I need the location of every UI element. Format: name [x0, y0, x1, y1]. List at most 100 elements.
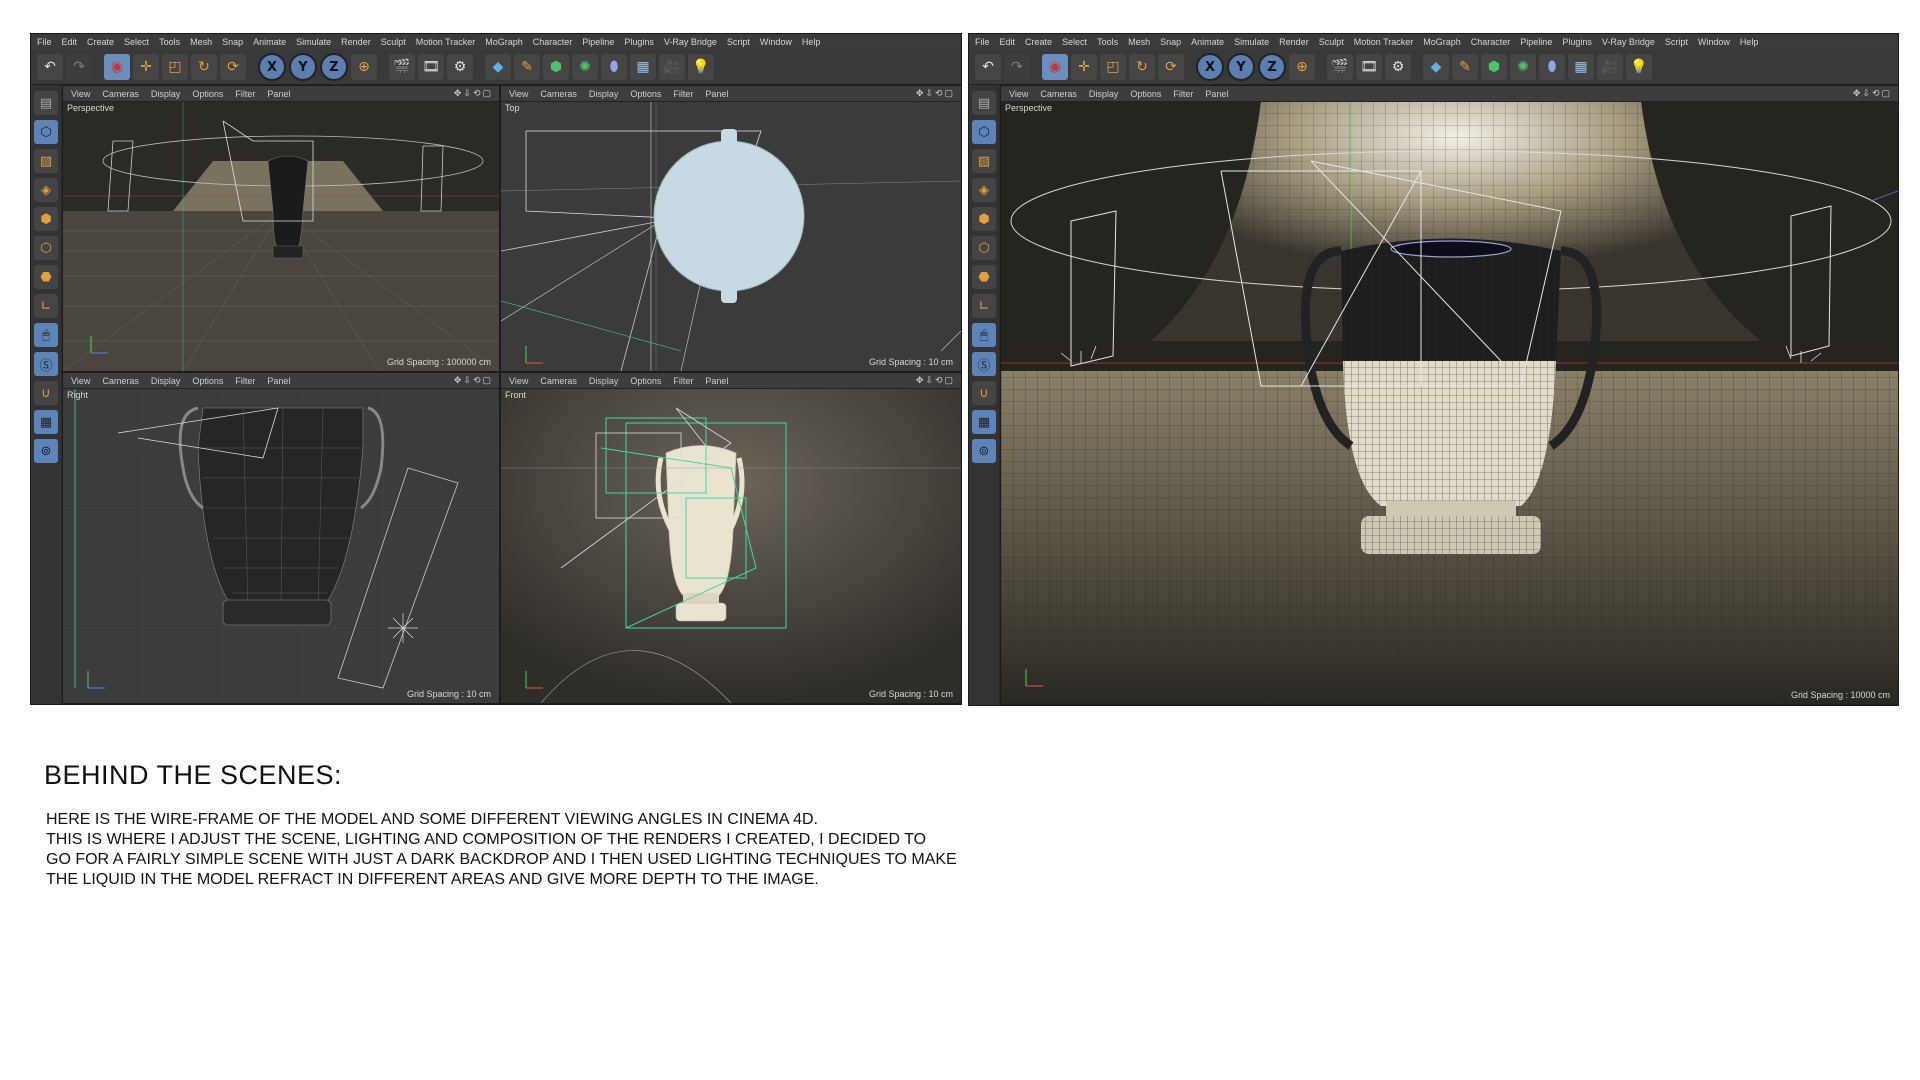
vp-menu-panel[interactable]: Panel	[705, 376, 728, 386]
render-view-icon[interactable]: 🎬	[1327, 54, 1353, 80]
live-select-icon[interactable]: ◉	[1042, 54, 1068, 80]
rotate-alt-icon[interactable]: ⟳	[220, 54, 246, 80]
viewport-nav-icons[interactable]: ✥⇩⟲▢	[1853, 88, 1892, 99]
vp-menu-options[interactable]: Options	[192, 89, 223, 99]
vp-menu-display[interactable]: Display	[589, 89, 619, 99]
edges-mode-icon[interactable]: ⬡	[972, 236, 996, 260]
menu-edit[interactable]: Edit	[62, 37, 78, 47]
vp-menu-view[interactable]: View	[509, 376, 528, 386]
move-icon[interactable]: ✛	[1071, 54, 1097, 80]
menu-window[interactable]: Window	[760, 37, 792, 47]
make-editable-icon[interactable]: ▤	[972, 91, 996, 115]
vp-menu-filter[interactable]: Filter	[673, 89, 693, 99]
move-icon[interactable]: ✛	[133, 54, 159, 80]
render-view-icon[interactable]: 🎬	[389, 54, 415, 80]
vp-menu-options[interactable]: Options	[1130, 89, 1161, 99]
solo-icon[interactable]: Ⓢ	[34, 352, 58, 376]
vp-menu-display[interactable]: Display	[1089, 89, 1119, 99]
viewport-nav-icons[interactable]: ✥⇩⟲▢	[454, 88, 493, 99]
points-mode-icon[interactable]: ⬢	[972, 207, 996, 231]
vp-menu-cameras[interactable]: Cameras	[540, 89, 577, 99]
render-settings-icon[interactable]: ⚙	[447, 54, 473, 80]
enable-axis-icon[interactable]: ∟	[972, 294, 996, 318]
redo-icon[interactable]: ↷	[66, 54, 92, 80]
camera-icon[interactable]: 🎥	[1597, 54, 1623, 80]
vp-menu-options[interactable]: Options	[630, 89, 661, 99]
menu-animate[interactable]: Animate	[1191, 37, 1224, 47]
menu-select[interactable]: Select	[1062, 37, 1087, 47]
enable-axis-icon[interactable]: ∟	[34, 294, 58, 318]
vp-menu-cameras[interactable]: Cameras	[102, 376, 139, 386]
vp-menu-display[interactable]: Display	[151, 376, 181, 386]
menu-motion-tracker[interactable]: Motion Tracker	[416, 37, 476, 47]
vp-menu-view[interactable]: View	[1009, 89, 1028, 99]
viewport-nav-icons[interactable]: ✥⇩⟲▢	[916, 375, 955, 386]
menu-motion-tracker[interactable]: Motion Tracker	[1354, 37, 1414, 47]
menu-mograph[interactable]: MoGraph	[485, 37, 523, 47]
z-axis-icon[interactable]: Z	[320, 53, 348, 81]
snap-magnet-icon[interactable]: ∪	[972, 381, 996, 405]
menu-pipeline[interactable]: Pipeline	[582, 37, 614, 47]
vp-menu-panel[interactable]: Panel	[267, 89, 290, 99]
menu-render[interactable]: Render	[341, 37, 371, 47]
coordinate-system-icon[interactable]: ⊕	[1289, 54, 1315, 80]
vp-menu-display[interactable]: Display	[151, 89, 181, 99]
texture-mode-icon[interactable]: ▨	[972, 149, 996, 173]
vp-menu-cameras[interactable]: Cameras	[1040, 89, 1077, 99]
menu-character[interactable]: Character	[533, 37, 573, 47]
vp-menu-options[interactable]: Options	[630, 376, 661, 386]
light-icon[interactable]: 💡	[1626, 54, 1652, 80]
vp-menu-display[interactable]: Display	[589, 376, 619, 386]
menu-simulate[interactable]: Simulate	[296, 37, 331, 47]
viewport-perspective[interactable]: View Cameras Display Options Filter Pane…	[62, 85, 500, 372]
menu-snap[interactable]: Snap	[1160, 37, 1181, 47]
menu-create[interactable]: Create	[87, 37, 114, 47]
floor-icon[interactable]: ▦	[630, 54, 656, 80]
z-axis-icon[interactable]: Z	[1258, 53, 1286, 81]
viewport-top[interactable]: View Cameras Display Options Filter Pane…	[500, 85, 961, 372]
vp-menu-view[interactable]: View	[71, 89, 90, 99]
menu-tools[interactable]: Tools	[159, 37, 180, 47]
vp-menu-filter[interactable]: Filter	[235, 89, 255, 99]
polygons-mode-icon[interactable]: ⬣	[972, 265, 996, 289]
workplane-icon[interactable]: ◈	[972, 178, 996, 202]
menu-script[interactable]: Script	[727, 37, 750, 47]
menu-sculpt[interactable]: Sculpt	[1319, 37, 1344, 47]
menu-script[interactable]: Script	[1665, 37, 1688, 47]
menu-file[interactable]: File	[37, 37, 52, 47]
make-editable-icon[interactable]: ▤	[34, 91, 58, 115]
vp-menu-view[interactable]: View	[71, 376, 90, 386]
menu-file[interactable]: File	[975, 37, 990, 47]
menu-help[interactable]: Help	[1740, 37, 1759, 47]
snap-magnet-icon[interactable]: ∪	[34, 381, 58, 405]
render-picture-queue-icon[interactable]: 🎞	[418, 54, 444, 80]
coordinate-system-icon[interactable]: ⊕	[351, 54, 377, 80]
vp-menu-panel[interactable]: Panel	[705, 89, 728, 99]
deformer-icon[interactable]: ⬮	[601, 54, 627, 80]
points-mode-icon[interactable]: ⬢	[34, 207, 58, 231]
viewport-right[interactable]: View Cameras Display Options Filter Pane…	[62, 372, 500, 704]
viewport-nav-icons[interactable]: ✥⇩⟲▢	[454, 375, 493, 386]
light-icon[interactable]: 💡	[688, 54, 714, 80]
vp-menu-cameras[interactable]: Cameras	[102, 89, 139, 99]
subdivision-icon[interactable]: ⬢	[1481, 54, 1507, 80]
live-select-icon[interactable]: ◉	[104, 54, 130, 80]
tweak-mode-icon[interactable]: 🖱	[34, 323, 58, 347]
cube-primitive-icon[interactable]: ◆	[485, 54, 511, 80]
y-axis-icon[interactable]: Y	[1227, 53, 1255, 81]
vp-menu-panel[interactable]: Panel	[1205, 89, 1228, 99]
redo-icon[interactable]: ↷	[1004, 54, 1030, 80]
tweak-mode-icon[interactable]: 🖱	[972, 323, 996, 347]
viewport-perspective[interactable]: View Cameras Display Options Filter Pane…	[1000, 85, 1898, 705]
menu-simulate[interactable]: Simulate	[1234, 37, 1269, 47]
vp-menu-filter[interactable]: Filter	[1173, 89, 1193, 99]
vp-menu-options[interactable]: Options	[192, 376, 223, 386]
render-settings-icon[interactable]: ⚙	[1385, 54, 1411, 80]
subdivision-icon[interactable]: ⬢	[543, 54, 569, 80]
rotate-icon[interactable]: ↻	[191, 54, 217, 80]
menu-create[interactable]: Create	[1025, 37, 1052, 47]
menu-edit[interactable]: Edit	[1000, 37, 1016, 47]
menu-character[interactable]: Character	[1471, 37, 1511, 47]
menu-mesh[interactable]: Mesh	[190, 37, 212, 47]
menu-select[interactable]: Select	[124, 37, 149, 47]
